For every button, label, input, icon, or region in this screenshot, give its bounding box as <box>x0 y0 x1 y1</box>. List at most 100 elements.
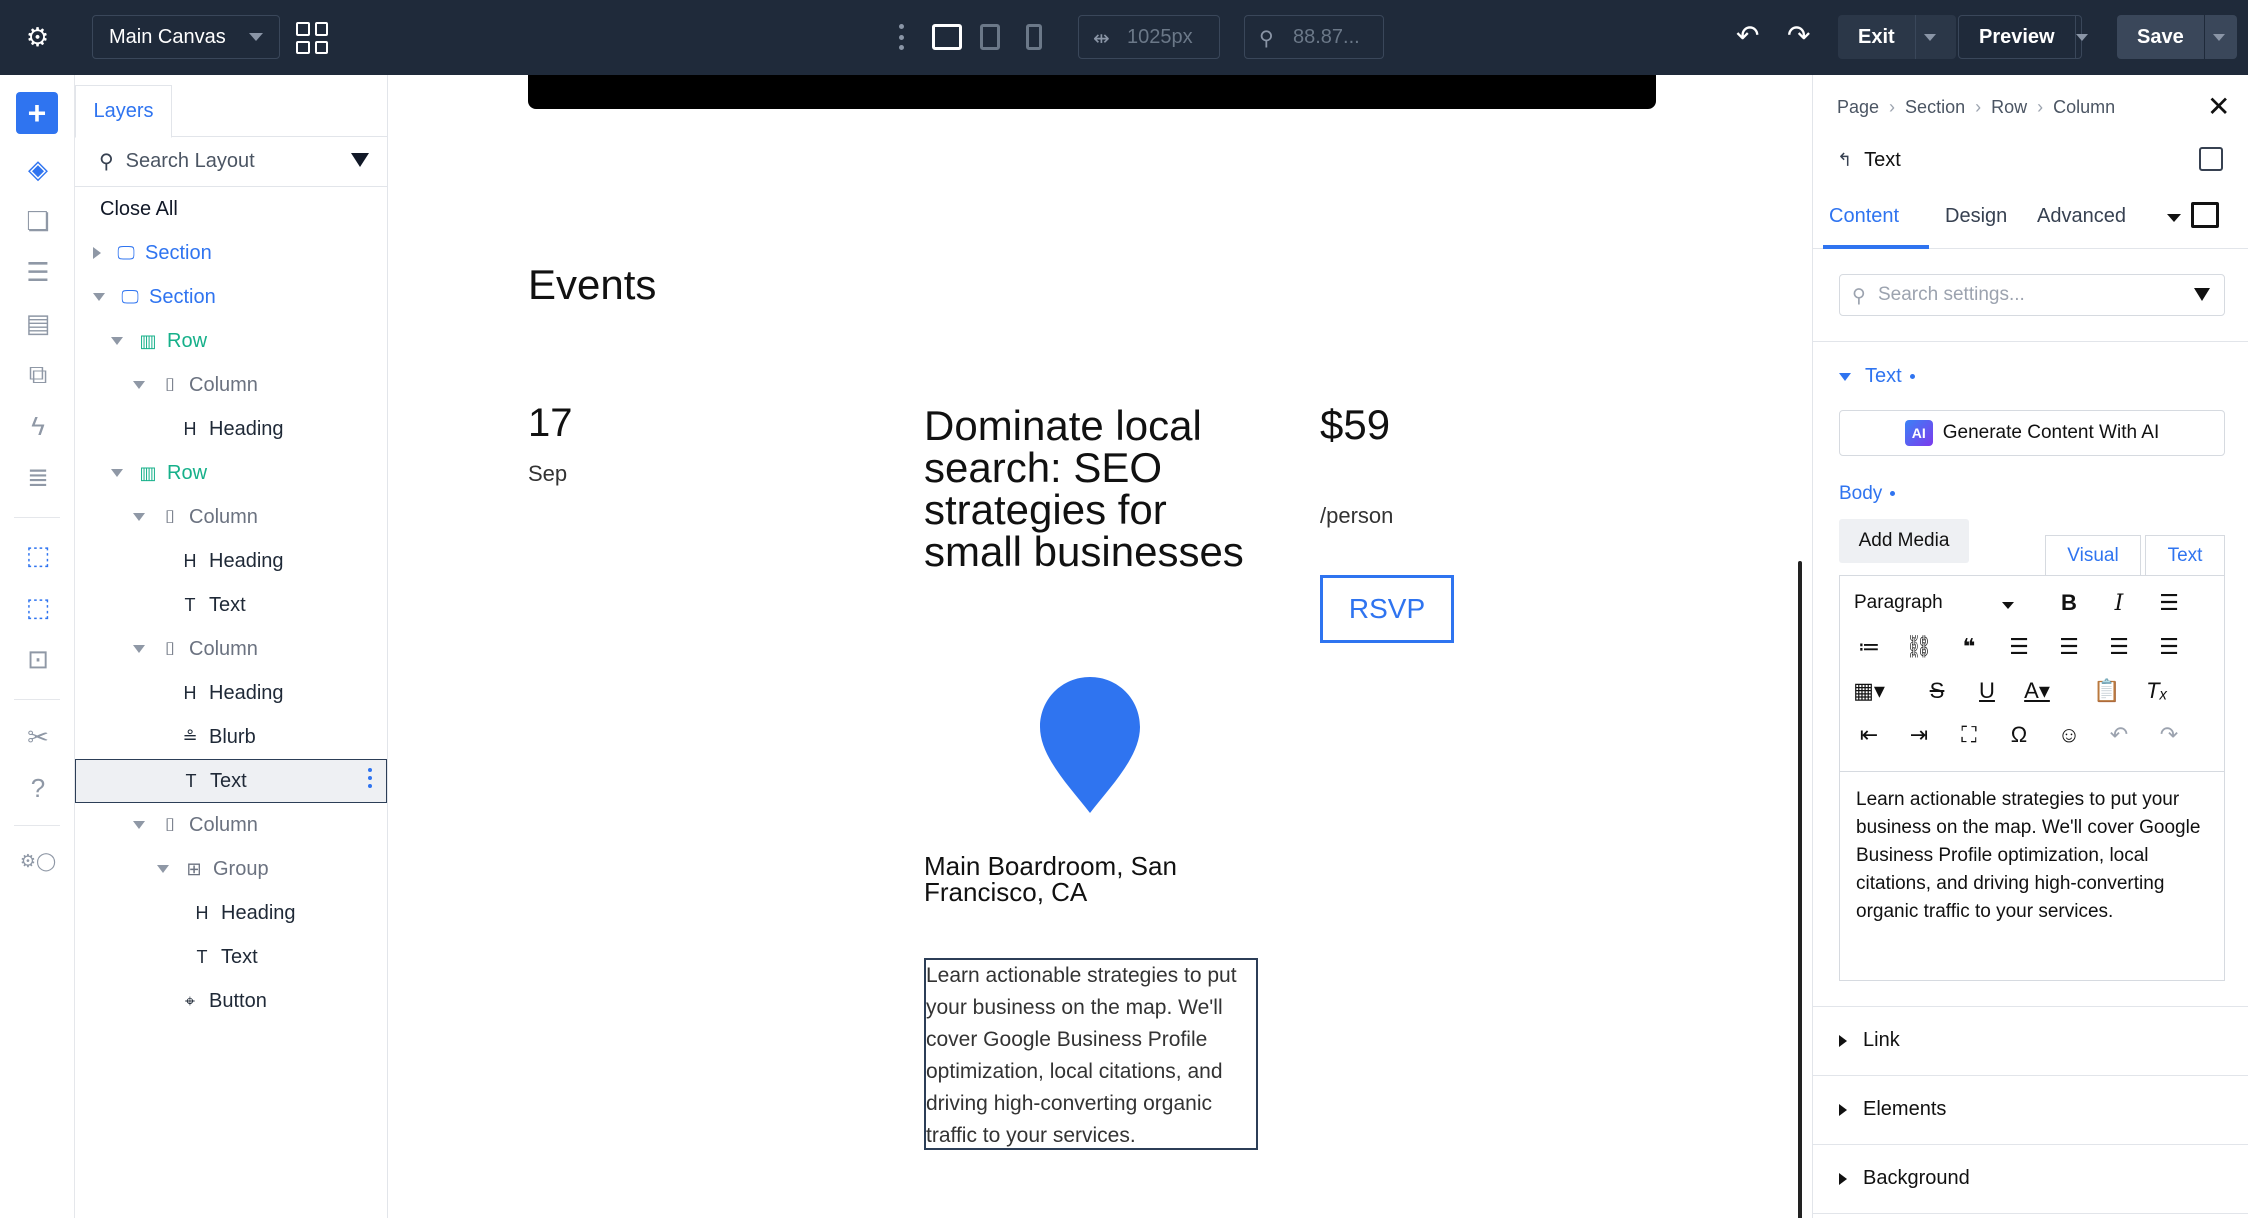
chevron-right-icon[interactable] <box>93 247 101 259</box>
preview-button[interactable]: Preview <box>1958 15 2088 59</box>
undo-icon[interactable]: ↶ <box>1736 22 1759 50</box>
layer-item-column[interactable]: ⌷ Column <box>75 627 387 671</box>
event-price[interactable]: $59 <box>1320 401 1390 449</box>
indent-icon[interactable]: ⇥ <box>1902 718 1936 752</box>
more-vertical-icon[interactable] <box>899 24 905 50</box>
fullscreen-icon[interactable]: ⛶ <box>1952 718 1986 752</box>
events-heading[interactable]: Events <box>528 261 656 309</box>
exit-button[interactable]: Exit <box>1838 15 1956 59</box>
numbered-list-icon[interactable]: ≔ <box>1852 630 1886 664</box>
rsvp-button[interactable]: RSVP <box>1320 575 1454 643</box>
tab-layers[interactable]: Layers <box>75 85 172 138</box>
chevron-down-icon[interactable] <box>133 381 145 389</box>
click-mode-icon[interactable]: ⬚ <box>22 539 54 571</box>
hover-mode-icon[interactable]: ⬚ <box>22 591 54 623</box>
event-price-unit[interactable]: /person <box>1320 503 1393 529</box>
elements-group-header[interactable]: Elements <box>1839 1098 1946 1121</box>
event-day[interactable]: 17 <box>528 401 573 446</box>
chevron-down-icon[interactable] <box>111 337 123 345</box>
add-media-button[interactable]: Add Media <box>1839 519 1969 563</box>
chevron-down-icon[interactable] <box>133 821 145 829</box>
canvas-scrollbar[interactable] <box>1798 561 1802 1218</box>
breadcrumb-page[interactable]: Page <box>1837 97 1879 118</box>
pages-icon[interactable]: ⧉ <box>22 359 54 391</box>
layers-icon[interactable]: ◈ <box>22 153 54 185</box>
layer-item-heading[interactable]: H Heading <box>75 539 387 583</box>
exit-dropdown-icon[interactable] <box>1914 15 1945 59</box>
layer-item-heading[interactable]: H Heading <box>75 407 387 451</box>
layer-item-column[interactable]: ⌷ Column <box>75 495 387 539</box>
save-button[interactable]: Save <box>2117 15 2237 59</box>
theme-toggle-icon[interactable]: ⚙◯ <box>20 845 56 877</box>
tools-icon[interactable]: ✂ <box>22 721 54 753</box>
forms-icon[interactable]: ▤ <box>22 307 54 339</box>
lightning-icon[interactable]: ϟ <box>22 410 54 442</box>
back-arrow-icon[interactable]: ↰ <box>1837 150 1852 171</box>
layer-item-button[interactable]: ⌖ Button <box>75 979 387 1023</box>
layer-item-group[interactable]: ⊞ Group <box>75 847 387 891</box>
paste-icon[interactable]: 📋 <box>2090 674 2124 708</box>
layer-item-text[interactable]: T Text <box>75 583 387 627</box>
preset-square-icon[interactable] <box>2191 202 2219 228</box>
generate-ai-button[interactable]: AI Generate Content With AI <box>1839 410 2225 456</box>
layer-item-heading[interactable]: H Heading <box>75 891 387 935</box>
canvas-selector[interactable]: Main Canvas <box>92 15 280 59</box>
layer-item-text[interactable]: T Text <box>75 935 387 979</box>
editor-undo-icon[interactable]: ↶ <box>2102 718 2136 752</box>
tab-text[interactable]: Text <box>2145 535 2225 575</box>
italic-icon[interactable]: I <box>2102 586 2136 620</box>
text-color-icon[interactable]: A▾ <box>2020 674 2054 708</box>
bullet-list-icon[interactable]: ☰ <box>2152 586 2186 620</box>
underline-icon[interactable]: U <box>1970 674 2004 708</box>
more-vertical-icon[interactable] <box>368 768 372 788</box>
tab-design[interactable]: Design <box>1945 205 2007 228</box>
close-icon[interactable]: ✕ <box>2207 93 2230 121</box>
event-month[interactable]: Sep <box>528 461 567 487</box>
layer-item-blurb[interactable]: ≗ Blurb <box>75 715 387 759</box>
layer-item-column[interactable]: ⌷ Column <box>75 803 387 847</box>
align-center-icon[interactable]: ☰ <box>2052 630 2086 664</box>
close-all-link[interactable]: Close All <box>75 187 387 231</box>
chevron-down-icon[interactable] <box>157 865 169 873</box>
database-icon[interactable]: ☰ <box>22 256 54 288</box>
layer-item-row[interactable]: ▥ Row <box>75 319 387 363</box>
layer-item-column[interactable]: ⌷ Column <box>75 363 387 407</box>
event-venue[interactable]: Main Boardroom, San Francisco, CA <box>924 853 1244 905</box>
layer-item-section[interactable]: 🖵 Section <box>75 231 387 275</box>
breadcrumb-section[interactable]: Section <box>1905 97 1965 118</box>
link-group-header[interactable]: Link <box>1839 1029 1900 1052</box>
align-left-icon[interactable]: ☰ <box>2002 630 2036 664</box>
chevron-down-icon[interactable] <box>111 469 123 477</box>
special-char-icon[interactable]: Ω <box>2002 718 2036 752</box>
clear-format-icon[interactable]: Tₓ <box>2140 674 2174 708</box>
tab-visual[interactable]: Visual <box>2045 535 2141 575</box>
text-group-header[interactable]: Text <box>1839 365 1915 388</box>
library-icon[interactable]: ❏ <box>22 205 54 237</box>
layer-item-heading[interactable]: H Heading <box>75 671 387 715</box>
responsive-view-icon[interactable]: ⊡ <box>22 643 54 675</box>
outdent-icon[interactable]: ⇤ <box>1852 718 1886 752</box>
layer-item-section[interactable]: 🖵 Section <box>75 275 387 319</box>
tab-advanced[interactable]: Advanced <box>2037 205 2126 228</box>
layers-search[interactable]: ⚲ Search Layout <box>75 137 387 187</box>
filter-icon[interactable] <box>2194 288 2210 301</box>
table-icon[interactable]: ▦▾ <box>1852 674 1886 708</box>
layer-item-row[interactable]: ▥ Row <box>75 451 387 495</box>
phone-view-icon[interactable] <box>1026 24 1042 50</box>
tab-content[interactable]: Content <box>1829 205 1899 228</box>
gear-icon[interactable]: ⚙ <box>0 0 75 75</box>
tablet-view-icon[interactable] <box>980 24 1000 50</box>
redo-icon[interactable]: ↷ <box>1787 22 1810 50</box>
panel-layout-icon[interactable] <box>2199 147 2223 171</box>
breadcrumb-column[interactable]: Column <box>2053 97 2115 118</box>
emoji-icon[interactable]: ☺ <box>2052 718 2086 752</box>
paragraph-select[interactable]: Paragraph <box>1854 592 1943 614</box>
canvas-width-input[interactable]: ⇹ 1025px <box>1078 15 1220 59</box>
settings-search-input[interactable]: ⚲ Search settings... <box>1839 274 2225 316</box>
grid-icon[interactable] <box>296 22 328 54</box>
chevron-down-icon[interactable] <box>133 645 145 653</box>
background-group-header[interactable]: Background <box>1839 1167 1970 1190</box>
align-justify-icon[interactable]: ☰ <box>2152 630 2186 664</box>
layer-item-text[interactable]: T Text <box>75 759 387 803</box>
zoom-input[interactable]: ⚲ 88.87... <box>1244 15 1384 59</box>
